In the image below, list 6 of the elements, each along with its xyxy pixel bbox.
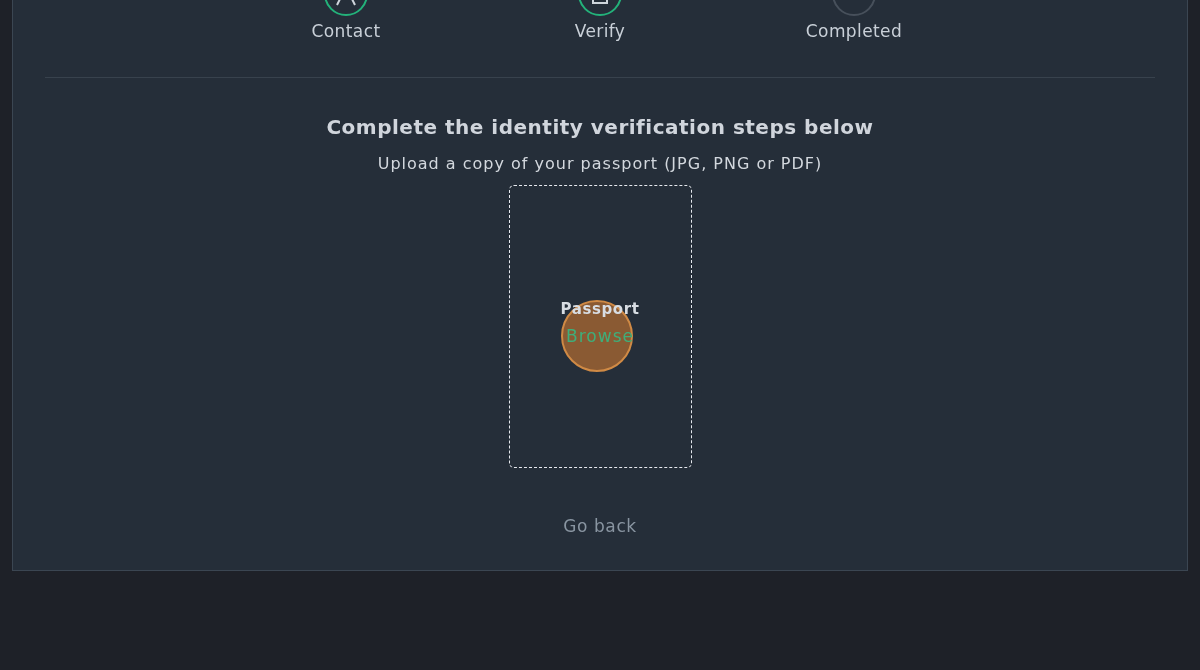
step-label: Completed [805,21,903,41]
go-back-link[interactable]: Go back [563,515,637,537]
page-heading: Complete the identity verification steps below [326,114,874,141]
step-label: Verify [574,21,626,41]
upload-instructions: Upload a copy of your passport (JPG, PNG or PDF) [377,153,823,175]
step-label: Contact [311,21,381,41]
